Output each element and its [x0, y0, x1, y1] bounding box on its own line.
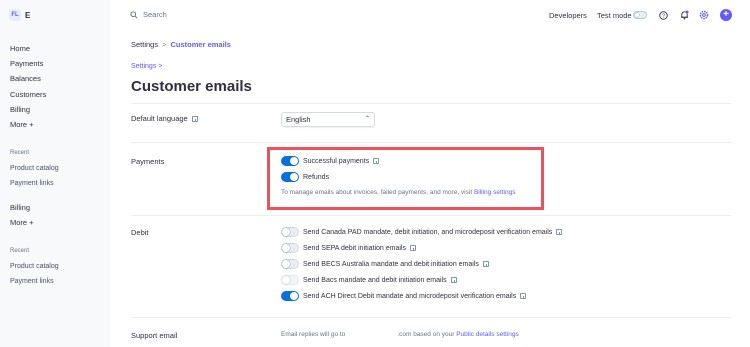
sepa-label: Send SEPA debit initiation emails — [303, 244, 406, 252]
payments-label: Payments — [131, 157, 164, 166]
info-icon[interactable] — [410, 245, 416, 251]
divider — [131, 215, 731, 216]
sidebar-item-more-2[interactable]: More + — [10, 218, 34, 227]
support-email-label: Support email — [131, 331, 177, 340]
support-text-before: Email replies will go to — [281, 331, 346, 338]
developers-link[interactable]: Developers — [549, 11, 587, 20]
toggle-row-ach: Send ACH Direct Debit mandate and microd… — [281, 291, 527, 301]
default-language-value: English — [286, 115, 311, 124]
debit-label: Debit — [131, 228, 149, 237]
select-chevron-icon: ⌃ — [364, 116, 370, 122]
default-language-label: Default language — [131, 114, 198, 123]
toggle-row-sepa: Send SEPA debit initiation emails — [281, 243, 416, 253]
divider — [131, 142, 731, 143]
divider — [131, 103, 731, 104]
account-switcher[interactable]: FL E — [9, 9, 30, 21]
sidebar-item-billing[interactable]: Billing — [10, 105, 30, 114]
ach-label: Send ACH Direct Debit mandate and microd… — [303, 292, 517, 300]
page-title: Customer emails — [131, 78, 252, 95]
recent-item-payment-links[interactable]: Payment links — [10, 180, 54, 187]
search-placeholder: Search — [143, 10, 167, 19]
ach-switch[interactable] — [281, 291, 299, 301]
support-text-after: .com based on your — [397, 331, 457, 338]
highlight-box — [267, 147, 544, 210]
canada-pad-switch[interactable] — [281, 227, 299, 237]
sidebar-item-more[interactable]: More + — [10, 120, 34, 129]
sidebar-item-billing-2[interactable]: Billing — [10, 203, 30, 212]
account-name: E — [25, 10, 31, 20]
breadcrumb-separator: > — [162, 40, 167, 49]
canada-pad-label: Send Canada PAD mandate, debit initiatio… — [303, 228, 553, 236]
info-icon[interactable] — [482, 261, 489, 267]
debit-label-text: Debit — [131, 228, 149, 237]
svg-text:?: ? — [662, 13, 665, 19]
sidebar-item-customers[interactable]: Customers — [10, 90, 46, 99]
sepa-switch[interactable] — [281, 243, 299, 253]
recent-heading: Recent — [10, 150, 30, 156]
info-icon[interactable] — [450, 277, 457, 283]
sidebar-item-payments[interactable]: Payments — [10, 59, 43, 68]
info-icon[interactable] — [556, 229, 563, 235]
divider — [131, 317, 731, 318]
toggle-row-canada-pad: Send Canada PAD mandate, debit initiatio… — [281, 227, 563, 237]
settings-gear-icon[interactable] — [699, 10, 709, 20]
becs-switch[interactable] — [281, 259, 299, 269]
recent-item-payment-links-2[interactable]: Payment links — [10, 278, 54, 285]
public-details-settings-link[interactable]: Public details settings — [456, 331, 519, 338]
support-email-text: Email replies will go to .com based on yo… — [281, 331, 519, 338]
settings-back-link[interactable]: Settings > — [131, 63, 162, 70]
recent-heading-2: Recent — [10, 248, 30, 254]
test-mode-toggle[interactable] — [633, 11, 647, 19]
recent-item-product-catalog-2[interactable]: Product catalog — [10, 263, 59, 270]
sidebar: FL E Home Payments Balances Customers Bi… — [0, 0, 110, 347]
test-mode-label: Test mode — [597, 11, 632, 20]
payments-label-text: Payments — [131, 157, 165, 166]
toggle-row-becs: Send BECS Australia mandate and debit in… — [281, 259, 489, 269]
notifications-bell-icon[interactable] — [679, 10, 689, 20]
breadcrumb: Settings > Customer emails — [131, 40, 231, 49]
default-language-text: Default language — [131, 114, 188, 123]
info-icon[interactable] — [191, 115, 198, 122]
help-icon[interactable]: ? — [658, 10, 668, 20]
bacs-switch[interactable] — [281, 275, 299, 285]
account-logo: FL — [9, 9, 21, 21]
search-bar[interactable]: Search — [130, 10, 167, 19]
becs-label: Send BECS Australia mandate and debit in… — [303, 260, 479, 268]
sidebar-item-home[interactable]: Home — [10, 44, 30, 53]
bacs-label: Send Bacs mandate and debit initiation e… — [303, 276, 447, 284]
create-plus-button[interactable]: + — [720, 9, 732, 21]
breadcrumb-parent[interactable]: Settings — [131, 40, 158, 49]
sidebar-item-balances[interactable]: Balances — [10, 74, 41, 83]
toggle-row-bacs: Send Bacs mandate and debit initiation e… — [281, 275, 457, 285]
breadcrumb-current: Customer emails — [170, 40, 231, 49]
default-language-select[interactable]: English ⌃ — [281, 112, 375, 127]
recent-item-product-catalog[interactable]: Product catalog — [10, 165, 59, 172]
support-email-label-text: Support email — [131, 331, 178, 340]
search-icon — [130, 10, 138, 19]
info-icon[interactable] — [520, 293, 527, 299]
